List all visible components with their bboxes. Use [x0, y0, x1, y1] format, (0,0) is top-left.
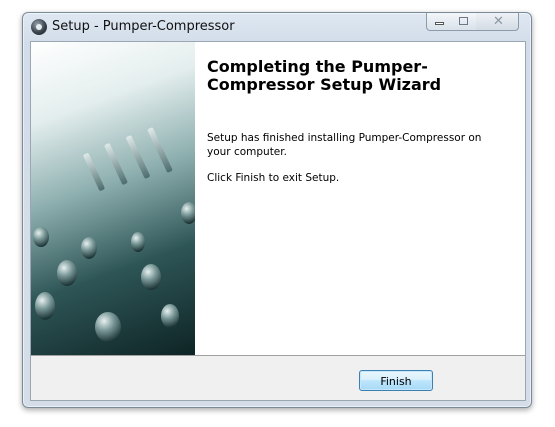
- title-bar[interactable]: Setup - Pumper-Compressor ✕: [23, 13, 531, 40]
- wizard-main-panel: Completing the Pumper-Compressor Setup W…: [31, 42, 525, 355]
- fader-shape: [125, 134, 151, 180]
- knob-shape: [81, 237, 97, 259]
- fader-shape: [147, 126, 173, 174]
- knob-shape: [35, 292, 55, 320]
- wizard-client-area: Completing the Pumper-Compressor Setup W…: [30, 41, 526, 401]
- fader-shape: [82, 152, 106, 192]
- exit-instruction: Click Finish to exit Setup.: [207, 172, 340, 184]
- knob-shape: [161, 304, 179, 328]
- setup-window: Setup - Pumper-Compressor ✕ Completing t…: [22, 12, 532, 408]
- close-button[interactable]: ✕: [476, 13, 519, 31]
- maximize-icon: [459, 17, 468, 25]
- knob-shape: [131, 232, 145, 252]
- footer-divider: [31, 355, 525, 356]
- knob-shape: [57, 260, 77, 286]
- knob-shape: [33, 227, 49, 247]
- maximize-button[interactable]: [451, 13, 477, 31]
- knob-shape: [95, 312, 121, 342]
- minimize-button[interactable]: [426, 13, 452, 31]
- app-icon: [31, 19, 47, 35]
- knob-shape: [141, 264, 161, 290]
- knob-shape: [181, 202, 195, 224]
- window-title: Setup - Pumper-Compressor: [52, 19, 235, 34]
- finish-button[interactable]: Finish: [359, 370, 433, 391]
- completion-message: Setup has finished installing Pumper-Com…: [207, 132, 482, 158]
- wizard-heading: Completing the Pumper-Compressor Setup W…: [207, 57, 442, 94]
- minimize-icon: [435, 22, 444, 25]
- mixing-console-image: [31, 42, 195, 355]
- close-icon: ✕: [493, 13, 504, 28]
- fader-shape: [103, 142, 129, 186]
